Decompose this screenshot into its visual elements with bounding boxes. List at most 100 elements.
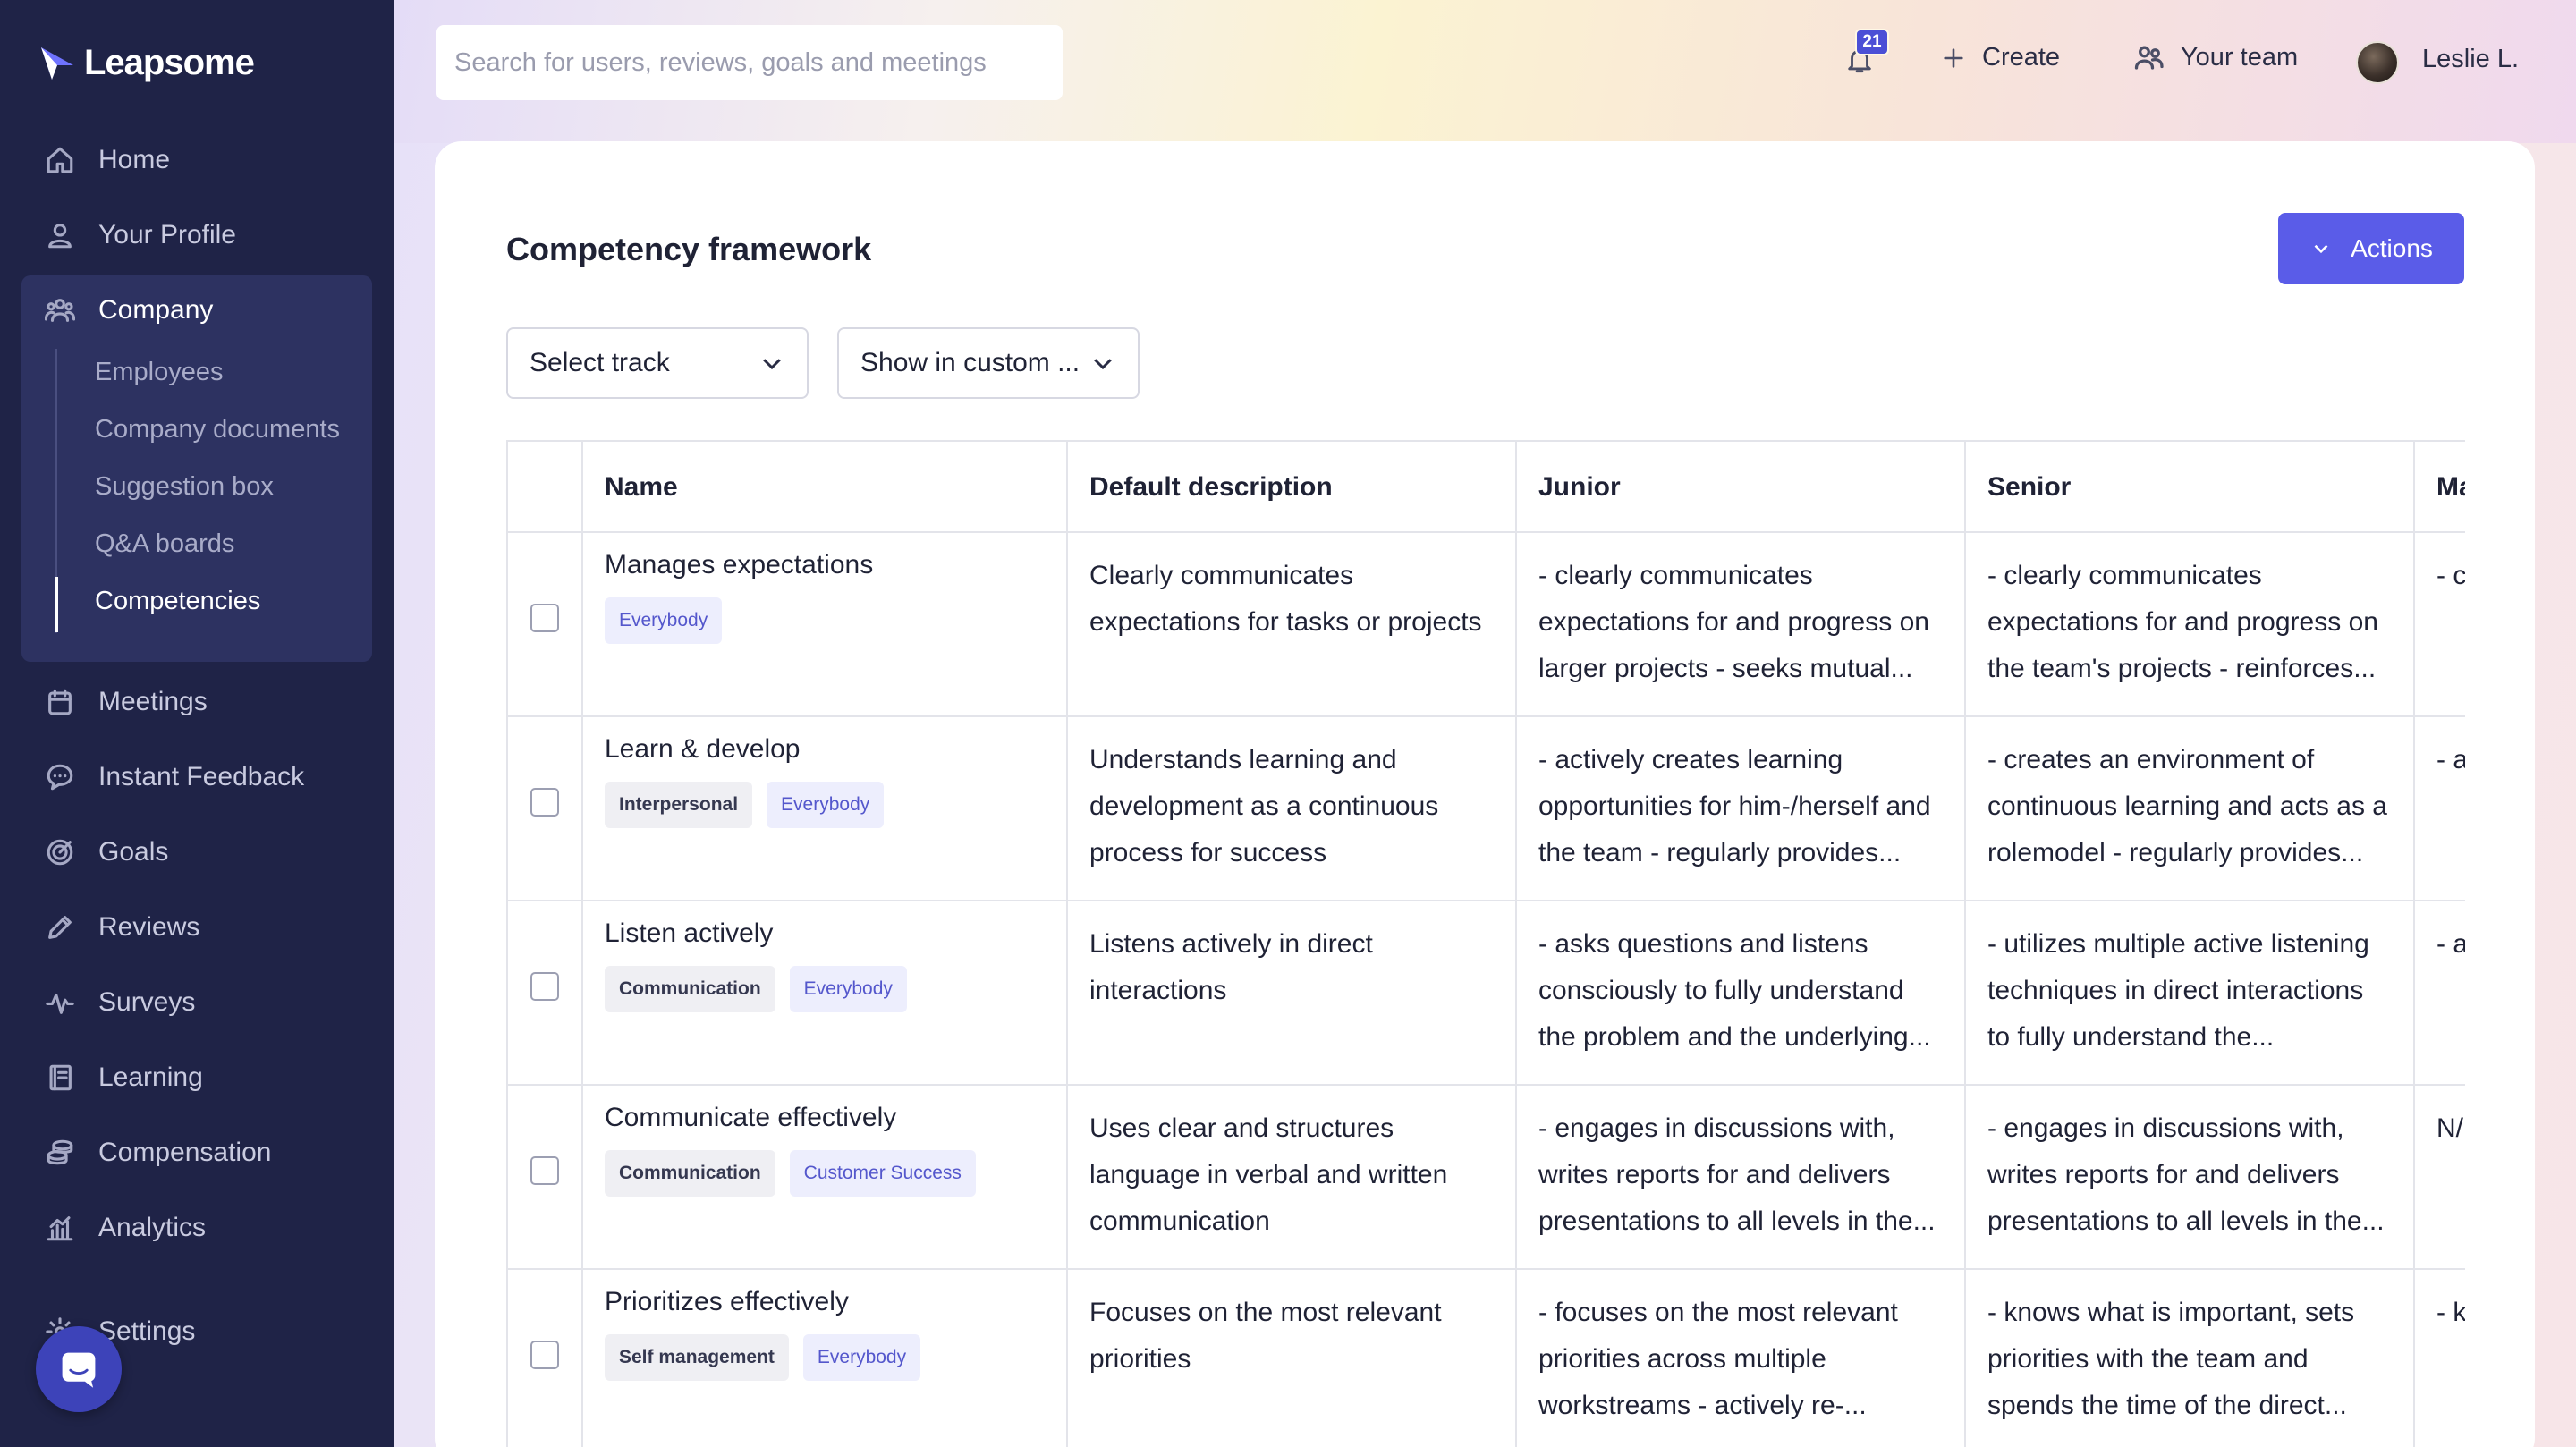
chevron-down-icon xyxy=(763,359,781,370)
sidebar-item-label: Meetings xyxy=(98,687,208,716)
row-checkbox[interactable] xyxy=(530,972,559,1001)
competency-name[interactable]: Learn & develop xyxy=(605,732,1045,767)
sidebar-item-label: Reviews xyxy=(98,912,200,942)
sidebar-item-label: Analytics xyxy=(98,1213,207,1242)
cell-text: - a co th xyxy=(2436,929,2465,959)
name-cell: Learn & develop Interpersonal Everybody xyxy=(581,715,1068,901)
column-header-junior[interactable]: Junior xyxy=(1515,440,1966,533)
user-avatar[interactable] xyxy=(2356,41,2399,84)
row-checkbox[interactable] xyxy=(530,788,559,817)
show-in-custom-value: Show in custom ... xyxy=(860,348,1080,377)
cell-text: - creates an environment of continuous l… xyxy=(1987,745,2387,867)
sidebar-item-label: Company xyxy=(98,295,214,325)
sidebar-item-instant-feedback[interactable]: Instant Feedback xyxy=(45,755,304,800)
competency-name[interactable]: Communicate effectively xyxy=(605,1100,1045,1136)
sidebar-item-your-profile[interactable]: Your Profile xyxy=(45,213,236,258)
competency-table: Name Default description Junior Senior M… xyxy=(506,440,2465,1447)
cell-text: - a op gr xyxy=(2436,745,2465,774)
table-row[interactable]: Manages expectations Everybody Clearly c… xyxy=(506,531,2465,717)
table-row[interactable]: Communicate effectively Communication Cu… xyxy=(506,1084,2465,1270)
sidebar-item-analytics[interactable]: Analytics xyxy=(45,1206,206,1250)
default-description-cell: Understands learning and development as … xyxy=(1066,715,1517,901)
name-cell: Communicate effectively Communication Cu… xyxy=(581,1084,1068,1270)
name-cell: Manages expectations Everybody xyxy=(581,531,1068,717)
tag: Communication xyxy=(605,966,775,1012)
sidebar-item-compensation[interactable]: Compensation xyxy=(45,1130,271,1175)
competency-name[interactable]: Listen actively xyxy=(605,916,1045,952)
sidebar-item-label: Surveys xyxy=(98,987,196,1017)
team-icon xyxy=(2134,46,2164,70)
row-checkbox[interactable] xyxy=(530,1341,559,1369)
column-header-senior[interactable]: Senior xyxy=(1964,440,2415,533)
manager-cell: - a op gr xyxy=(2413,715,2465,901)
senior-cell: - clearly communicates expectations for … xyxy=(1964,531,2415,717)
create-button[interactable]: Create xyxy=(1941,43,2060,72)
table-row[interactable]: Learn & develop Interpersonal Everybody … xyxy=(506,715,2465,901)
sidebar-item-home[interactable]: Home xyxy=(45,138,170,182)
cell-text: - utilizes multiple active listening tec… xyxy=(1987,929,2369,1052)
row-select-cell xyxy=(506,1268,583,1447)
cell-text: Clearly communicates expectations for ta… xyxy=(1089,561,1482,637)
global-search-input[interactable] xyxy=(436,25,1063,100)
default-description-cell: Focuses on the most relevant priorities xyxy=(1066,1268,1517,1447)
tag-list: Self management Everybody xyxy=(605,1334,1045,1381)
subnav-item-suggestion-box[interactable]: Suggestion box xyxy=(95,472,274,508)
competency-name[interactable]: Prioritizes effectively xyxy=(605,1284,1045,1320)
subnav-item-employees[interactable]: Employees xyxy=(95,358,223,393)
users-icon xyxy=(45,299,75,322)
default-description-cell: Clearly communicates expectations for ta… xyxy=(1066,531,1517,717)
subnav-item-qa-boards[interactable]: Q&A boards xyxy=(95,529,234,565)
sidebar-item-learning[interactable]: Learning xyxy=(45,1055,203,1100)
show-in-custom-dropdown[interactable]: Show in custom ... xyxy=(837,327,1140,399)
table-row[interactable]: Listen actively Communication Everybody … xyxy=(506,900,2465,1086)
chat-launcher-button[interactable] xyxy=(36,1326,122,1412)
cell-text: Focuses on the most relevant priorities xyxy=(1089,1298,1442,1374)
chat-icon xyxy=(47,764,73,791)
row-checkbox[interactable] xyxy=(530,604,559,632)
junior-cell: - actively creates learning opportunitie… xyxy=(1515,715,1966,901)
row-select-cell xyxy=(506,1084,583,1270)
sidebar-item-surveys[interactable]: Surveys xyxy=(45,980,195,1025)
actions-label: Actions xyxy=(2351,234,2433,262)
select-all-column xyxy=(506,440,583,533)
chevron-down-icon xyxy=(2314,244,2328,254)
sidebar-item-company[interactable]: Company xyxy=(45,288,213,333)
brand-logo[interactable]: Leapsome xyxy=(39,43,255,83)
select-track-dropdown[interactable]: Select track xyxy=(506,327,809,399)
table-row[interactable]: Prioritizes effectively Self management … xyxy=(506,1268,2465,1447)
sidebar-item-label: Goals xyxy=(98,837,169,867)
tag: Customer Success xyxy=(789,1150,976,1197)
cell-text: N/ xyxy=(2436,1113,2463,1143)
subnav-item-competencies[interactable]: Competencies xyxy=(95,587,260,622)
name-cell: Prioritizes effectively Self management … xyxy=(581,1268,1068,1447)
sidebar-item-label: Instant Feedback xyxy=(98,762,305,791)
manager-cell: - k ca his xyxy=(2413,1268,2465,1447)
tag: Communication xyxy=(605,1150,775,1197)
competency-name[interactable]: Manages expectations xyxy=(605,547,1045,583)
row-select-cell xyxy=(506,531,583,717)
sidebar-item-reviews[interactable]: Reviews xyxy=(45,905,199,950)
sidebar-item-label: Your Profile xyxy=(98,220,236,250)
your-team-button[interactable]: Your team xyxy=(2132,41,2298,73)
create-label: Create xyxy=(1982,43,2061,72)
subnav-item-company-documents[interactable]: Company documents xyxy=(95,415,340,451)
sidebar-item-meetings[interactable]: Meetings xyxy=(45,680,208,724)
sidebar-item-label: Settings xyxy=(98,1316,196,1346)
cell-text: - engages in discussions with, writes re… xyxy=(1538,1113,1936,1236)
competency-table-container[interactable]: Name Default description Junior Senior M… xyxy=(506,440,2465,1447)
tag: Self management xyxy=(605,1334,789,1381)
tag: Everybody xyxy=(789,966,907,1012)
target-icon xyxy=(47,839,73,866)
column-header-default-description[interactable]: Default description xyxy=(1066,440,1517,533)
row-checkbox[interactable] xyxy=(530,1156,559,1185)
actions-button[interactable]: Actions xyxy=(2278,213,2464,284)
cell-text: - knows what is important, sets prioriti… xyxy=(1987,1298,2355,1420)
sidebar-item-goals[interactable]: Goals xyxy=(45,830,168,875)
tag: Everybody xyxy=(605,597,723,644)
default-description-cell: Uses clear and structures language in ve… xyxy=(1066,1084,1517,1270)
manager-cell: N/ xyxy=(2413,1084,2465,1270)
junior-cell: - asks questions and listens consciously… xyxy=(1515,900,1966,1086)
column-header-name[interactable]: Name xyxy=(581,440,1068,533)
column-header-manager[interactable]: Ma xyxy=(2413,440,2465,533)
user-menu[interactable]: Leslie L. xyxy=(2422,45,2519,74)
